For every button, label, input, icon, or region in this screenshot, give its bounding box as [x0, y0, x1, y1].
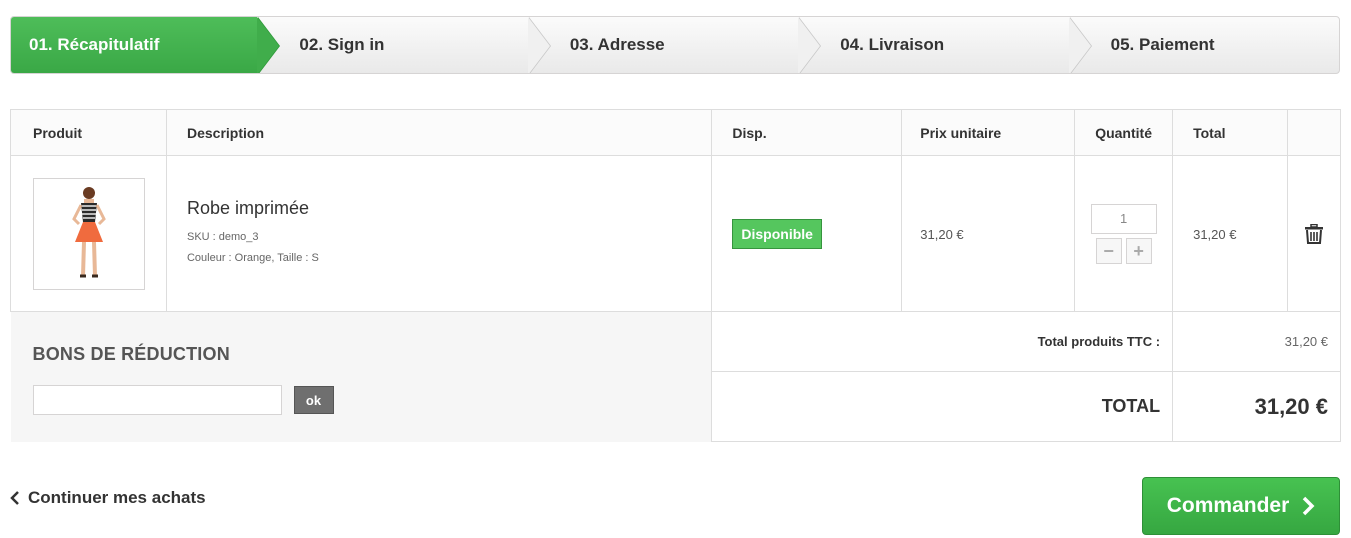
header-quantity: Quantité — [1074, 109, 1174, 156]
product-name-link[interactable]: Robe imprimée — [187, 198, 699, 219]
step-label: 05. Paiement — [1110, 35, 1215, 54]
subtotal-row: BONS DE RÉDUCTION ok Total produits TTC … — [10, 311, 1341, 442]
product-image[interactable] — [33, 177, 145, 290]
products-total-value: 31,20 € — [1172, 311, 1341, 372]
remove-item-button[interactable] — [1288, 223, 1340, 244]
header-total: Total — [1172, 109, 1288, 156]
line-total-cell: 31,20 € — [1172, 155, 1288, 312]
quantity-decrease-button[interactable]: − — [1095, 237, 1122, 264]
step-sign-in[interactable]: 02. Sign in — [257, 17, 552, 73]
product-attributes: Couleur : Orange, Taille : S — [186, 252, 319, 264]
minus-icon: − — [1103, 240, 1114, 261]
header-unit-price: Prix unitaire — [901, 109, 1076, 156]
voucher-input[interactable] — [32, 385, 282, 415]
cart-table: Produit Description Disp. Prix unitaire … — [10, 109, 1341, 442]
voucher-section: BONS DE RÉDUCTION ok — [10, 311, 712, 442]
step-label: 02. Sign in — [299, 35, 385, 54]
continue-shopping-link[interactable]: Continuer mes achats — [10, 488, 206, 508]
availability-cell: Disponible — [711, 155, 903, 312]
quantity-stepper: − + — [1087, 203, 1160, 264]
step-payment[interactable]: 05. Paiement — [1069, 17, 1339, 73]
voucher-ok-button[interactable]: ok — [293, 386, 334, 414]
grand-total-label: TOTAL — [711, 371, 1174, 442]
order-button[interactable]: Commander — [1142, 477, 1340, 535]
availability-badge: Disponible — [732, 218, 822, 249]
header-product: Produit — [10, 109, 167, 156]
step-address[interactable]: 03. Adresse — [528, 17, 822, 73]
quantity-increase-button[interactable]: + — [1125, 237, 1152, 264]
checkout-steps: 01. Récapitulatif 02. Sign in 03. Adress… — [10, 16, 1340, 74]
step-shipping[interactable]: 04. Livraison — [798, 17, 1093, 73]
header-availability: Disp. — [711, 109, 903, 156]
remove-cell — [1287, 155, 1341, 312]
table-header-row: Produit Description Disp. Prix unitaire … — [10, 109, 1341, 156]
unit-price: 31,20 € — [920, 226, 964, 242]
step-summary[interactable]: 01. Récapitulatif — [11, 17, 281, 73]
step-label: 03. Adresse — [569, 35, 665, 54]
product-description-cell: Robe imprimée SKU : demo_3 Couleur : Ora… — [165, 155, 713, 312]
header-description: Description — [165, 109, 713, 156]
product-image-cell — [10, 155, 167, 312]
trash-icon — [1305, 223, 1323, 244]
plus-icon: + — [1133, 240, 1144, 261]
dress-model-image — [72, 186, 106, 277]
voucher-title: BONS DE RÉDUCTION — [32, 344, 230, 364]
quantity-input[interactable] — [1090, 203, 1157, 234]
line-total: 31,20 € — [1193, 226, 1237, 242]
step-label: 01. Récapitulatif — [29, 35, 160, 54]
product-sku: SKU : demo_3 — [186, 231, 259, 243]
quantity-cell: − + — [1074, 155, 1174, 312]
chevron-right-icon — [1303, 496, 1315, 516]
table-row: Robe imprimée SKU : demo_3 Couleur : Ora… — [10, 155, 1341, 312]
grand-total-value: 31,20 € — [1172, 371, 1341, 442]
continue-shopping-label: Continuer mes achats — [28, 488, 206, 507]
products-total-label: Total produits TTC : — [711, 311, 1174, 372]
step-label: 04. Livraison — [840, 35, 945, 54]
header-remove — [1287, 109, 1341, 156]
unit-price-cell: 31,20 € — [901, 155, 1076, 312]
chevron-left-icon — [10, 491, 19, 505]
order-button-label: Commander — [1166, 494, 1290, 517]
